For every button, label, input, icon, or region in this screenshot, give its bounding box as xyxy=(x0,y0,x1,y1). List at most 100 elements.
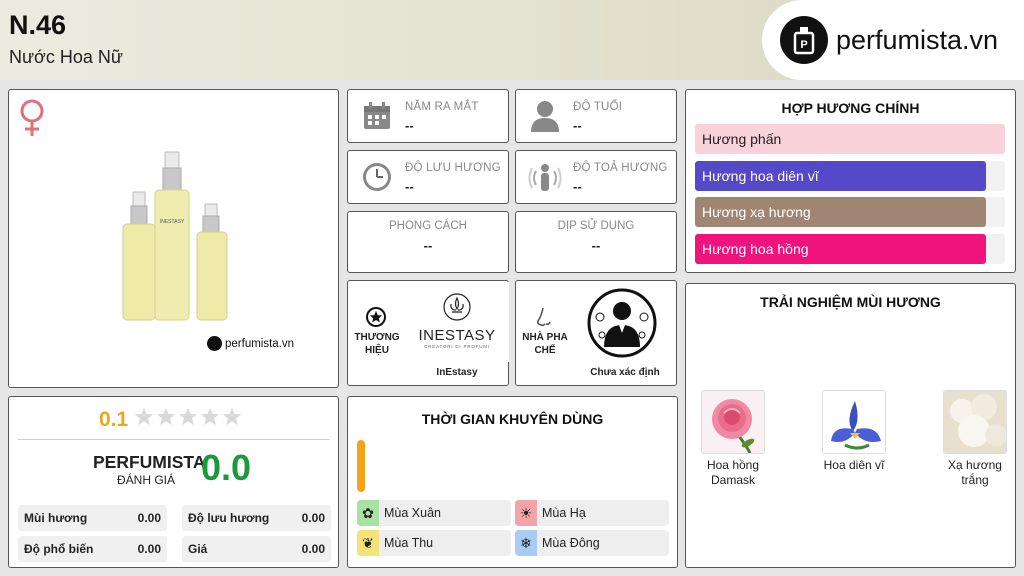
accord-bar: Hương hoa hồng xyxy=(695,233,1005,264)
summer-sun-icon: ☀ xyxy=(515,500,537,526)
site-logo[interactable]: P perfumista.vn xyxy=(762,0,1024,80)
site-logo-text: perfumista.vn xyxy=(836,24,999,55)
rating-stat: Giá 0.00 xyxy=(182,536,331,562)
longevity-value: -- xyxy=(405,179,414,194)
sillage-card: ĐỘ TOẢ HƯƠNG -- xyxy=(515,150,677,204)
season-chip[interactable]: ☀ Mùa Hạ xyxy=(515,500,669,526)
star-icon[interactable] xyxy=(200,407,220,427)
star-rating[interactable] xyxy=(134,407,244,432)
rating-stat-label: Độ lưu hương xyxy=(188,511,270,525)
star-icon[interactable] xyxy=(178,407,198,427)
perfumista-score: 0.0 xyxy=(201,447,252,488)
rating-stat-value: 0.00 xyxy=(301,542,325,556)
person-icon xyxy=(530,100,560,137)
rating-stat-value: 0.00 xyxy=(137,542,161,556)
product-title: N.46 xyxy=(9,10,67,40)
main-accords-card: HỢP HƯƠNG CHÍNH Hương phấn Hương hoa diên… xyxy=(685,89,1016,273)
main-accords-title: HỢP HƯƠNG CHÍNH xyxy=(781,100,920,116)
rating-stat: Mùi hương 0.00 xyxy=(18,505,167,531)
season-chip[interactable]: ❦ Mùa Thu xyxy=(357,530,511,556)
autumn-leaf-icon: ❦ xyxy=(357,530,379,556)
release-year-card: NĂM RA MẮT -- xyxy=(347,89,509,143)
divider xyxy=(18,439,329,440)
note-item-white-musk[interactable]: Xạ hương trắng xyxy=(942,390,1008,488)
accord-bar: Hương phấn xyxy=(695,124,1005,154)
sillage-label: ĐỘ TOẢ HƯƠNG xyxy=(573,162,668,174)
longevity-label: ĐỘ LƯU HƯƠNG xyxy=(405,162,501,174)
star-icon[interactable] xyxy=(222,407,242,427)
occasion-label: DỊP SỬ DỤNG xyxy=(557,220,635,232)
clock-icon xyxy=(362,162,392,197)
season-label: Mùa Thu xyxy=(384,536,434,550)
product-subtitle: Nước Hoa Nữ xyxy=(9,47,123,67)
season-label: Mùa Đông xyxy=(542,536,600,550)
style-card: PHONG CÁCH -- xyxy=(347,211,509,273)
brand-name[interactable]: InEstasy xyxy=(405,367,509,378)
fleur-de-lis-icon xyxy=(443,293,471,321)
style-label: PHONG CÁCH xyxy=(389,220,467,232)
calendar-icon xyxy=(362,101,392,136)
perfumer-avatar xyxy=(586,287,658,364)
note-item-iris[interactable]: Hoa diên vĩ xyxy=(821,390,887,473)
rating-stat-label: Giá xyxy=(188,542,208,556)
season-label: Mùa Hạ xyxy=(542,506,586,520)
time-indicator-bar xyxy=(357,440,365,492)
female-icon xyxy=(17,98,47,143)
spring-icon: ✿ xyxy=(357,500,379,526)
occasion-value: -- xyxy=(591,238,601,253)
rating-stat-value: 0.00 xyxy=(137,511,161,525)
scent-experience-card: TRẢI NGHIỆM MÙI HƯƠNG Hoa hồng Damask Hoa… xyxy=(685,283,1016,568)
brand-logo: INESTASY CREATORI DI PROFUMI xyxy=(405,282,509,362)
iris-image xyxy=(822,390,886,454)
page-header: N.46 Nước Hoa Nữ P perfumista.vn xyxy=(0,0,1024,80)
user-rating: 0.1 xyxy=(99,407,244,432)
age-label: ĐỘ TUỔI xyxy=(573,101,623,113)
rating-stat-label: Độ phổ biến xyxy=(24,542,94,556)
star-icon[interactable] xyxy=(134,407,154,427)
sillage-value: -- xyxy=(573,179,582,194)
note-item-damask-rose[interactable]: Hoa hồng Damask xyxy=(700,390,766,488)
perfumista-brand-sub: ĐÁNH GIÁ xyxy=(117,473,176,487)
rating-stat: Độ lưu hương 0.00 xyxy=(182,505,331,531)
sillage-person-icon xyxy=(528,161,562,200)
winter-snowflake-icon: ❄ xyxy=(515,530,537,556)
accord-bar: Hương xạ hương xyxy=(695,197,1005,227)
style-value: -- xyxy=(423,238,433,253)
nose-icon xyxy=(534,307,554,334)
rating-card: 0.1 PERFUMISTA ĐÁNH GIÁ 0.0 Mùi hương 0.0… xyxy=(8,396,339,568)
perfume-bottle-logo-icon: P xyxy=(780,16,828,64)
perfumer-name[interactable]: Chưa xác định xyxy=(573,367,677,378)
accord-bar: Hương hoa diên vĩ xyxy=(695,160,1005,191)
recommended-time-title: THỜI GIAN KHUYÊN DÙNG xyxy=(421,411,604,427)
perfumer-card[interactable]: NHÀ PHA CHẾ Chưa xác định xyxy=(515,280,677,386)
rating-stat-label: Mùi hương xyxy=(24,511,88,525)
user-score: 0.1 xyxy=(99,407,129,431)
image-watermark: perfumista.vn xyxy=(207,336,294,351)
svg-text:INESTASY: INESTASY xyxy=(160,219,185,225)
occasion-card: DỊP SỬ DỤNG -- xyxy=(515,211,677,273)
watermark-logo-icon xyxy=(207,336,222,351)
star-icon[interactable] xyxy=(156,407,176,427)
longevity-card: ĐỘ LƯU HƯƠNG -- xyxy=(347,150,509,204)
star-badge-icon xyxy=(366,307,386,332)
age-value: -- xyxy=(573,118,582,133)
age-card: ĐỘ TUỔI -- xyxy=(515,89,677,143)
scent-experience-title: TRẢI NGHIỆM MÙI HƯƠNG xyxy=(760,294,941,310)
musk-image xyxy=(943,390,1007,454)
rating-stat: Độ phổ biến 0.00 xyxy=(18,536,167,562)
season-chip[interactable]: ❄ Mùa Đông xyxy=(515,530,669,556)
perfumer-label: NHÀ PHA CHẾ xyxy=(522,332,568,356)
brand-label: THƯƠNG HIỆU xyxy=(354,332,400,356)
season-label: Mùa Xuân xyxy=(384,506,441,520)
accord-label: Hương hoa diên vĩ xyxy=(702,167,819,184)
recommended-time-card: THỜI GIAN KHUYÊN DÙNG ✿ Mùa Xuân ☀ Mùa Hạ ❦ M… xyxy=(347,396,678,568)
accord-label: Hương xạ hương xyxy=(702,204,811,220)
brand-card[interactable]: THƯƠNG HIỆU INESTASY CREATORI DI PROFUMI … xyxy=(347,280,509,386)
product-photo: INESTASY xyxy=(119,150,239,335)
perfumista-brand-label: PERFUMISTA xyxy=(93,452,206,472)
product-image-card: INESTASY perfumista.vn xyxy=(8,89,339,388)
season-chip[interactable]: ✿ Mùa Xuân xyxy=(357,500,511,526)
svg-text:P: P xyxy=(800,39,807,51)
rose-image xyxy=(701,390,765,454)
accord-label: Hương hoa hồng xyxy=(702,240,809,257)
